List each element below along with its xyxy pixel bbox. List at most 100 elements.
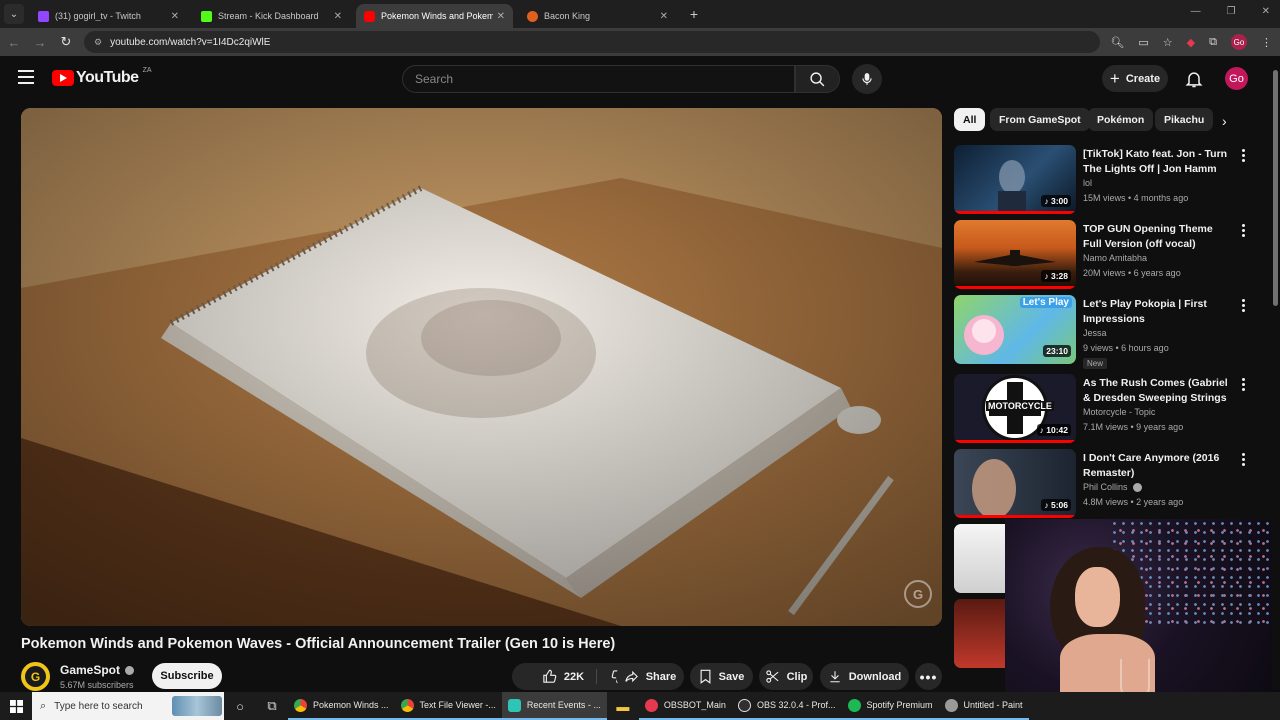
video-thumbnail[interactable]: ♪ 3:28 — [954, 220, 1076, 289]
bookmark-star-icon[interactable]: ☆ — [1163, 36, 1173, 49]
back-icon[interactable]: ← — [2, 35, 26, 50]
notifications-bell-icon[interactable] — [1184, 68, 1204, 90]
subscribe-button[interactable]: Subscribe — [152, 663, 222, 689]
taskbar-app-spotify[interactable]: Spotify Premium — [841, 692, 939, 720]
rec-channel[interactable]: Namo Amitabha — [1083, 253, 1147, 263]
zoom-icon[interactable]: 🔍︎ — [1110, 36, 1124, 49]
url-bar[interactable]: ⚙ youtube.com/watch?v=1I4Dc2qiWlE — [84, 31, 1100, 53]
download-button[interactable]: Download — [820, 663, 909, 690]
tab-twitch[interactable]: (31) gogirl_tv - Twitch ✕ — [30, 4, 187, 28]
recommendation-item[interactable]: ♪ 5:06 I Don't Care Anymore (2016 Remast… — [954, 449, 1254, 521]
search-button[interactable] — [795, 65, 840, 93]
account-avatar[interactable]: Go — [1225, 67, 1248, 90]
share-button[interactable]: Share — [616, 663, 684, 690]
guide-menu-icon[interactable] — [18, 70, 34, 84]
cortana-icon[interactable]: ○ — [224, 699, 256, 714]
recommendation-item[interactable]: Let's Play 23:10 Let's Play Pokopia | Fi… — [954, 295, 1254, 369]
url-text: youtube.com/watch?v=1I4Dc2qiWlE — [110, 36, 271, 48]
voice-search-button[interactable] — [852, 64, 882, 94]
taskbar-app-chrome[interactable]: Pokemon Winds ... — [288, 692, 395, 720]
task-view-icon[interactable]: ⧉ — [256, 698, 288, 714]
chip-from-gamespot[interactable]: From GameSpot — [990, 108, 1090, 131]
search-input[interactable] — [403, 66, 794, 92]
video-thumbnail[interactable]: Let's Play 23:10 — [954, 295, 1076, 364]
close-icon[interactable]: ✕ — [171, 11, 179, 22]
more-vertical-icon[interactable] — [1238, 149, 1248, 162]
video-thumbnail[interactable]: MOTORCYCLE ♪ 10:42 — [954, 374, 1076, 443]
rec-channel[interactable]: Jessa — [1083, 328, 1107, 338]
youtube-logo[interactable]: YouTube ZA — [52, 67, 152, 87]
taskbar-search[interactable]: ⌕ Type here to search — [32, 692, 224, 720]
page-scrollbar[interactable] — [1272, 56, 1280, 690]
video-thumbnail[interactable]: ♪ 5:06 — [954, 449, 1076, 518]
more-actions-button[interactable]: ••• — [915, 663, 942, 690]
extension-badge-icon[interactable]: ◆ — [1187, 36, 1195, 49]
browser-menu-icon[interactable]: ⋮ — [1261, 36, 1272, 49]
extensions-icon[interactable]: ⧉ — [1209, 36, 1217, 49]
chip-all[interactable]: All — [954, 108, 986, 131]
file-explorer-icon[interactable]: ▬ — [607, 699, 639, 714]
scrollbar-thumb[interactable] — [1273, 70, 1278, 306]
rec-title[interactable]: [TikTok] Kato feat. Jon - Turn The Light… — [1083, 147, 1231, 177]
restore-icon[interactable]: ❐ — [1227, 6, 1236, 17]
more-vertical-icon[interactable] — [1238, 453, 1248, 466]
more-vertical-icon[interactable] — [1238, 378, 1248, 391]
tab-youtube[interactable]: Pokemon Winds and Pokemon ✕ — [356, 4, 513, 28]
more-vertical-icon[interactable] — [1238, 299, 1248, 312]
close-window-icon[interactable]: ✕ — [1262, 6, 1270, 17]
chevron-right-icon[interactable]: › — [1222, 113, 1227, 129]
chip-pokemon[interactable]: Pokémon — [1088, 108, 1154, 131]
more-vertical-icon[interactable] — [1238, 224, 1248, 237]
tab-kick[interactable]: Stream - Kick Dashboard ✕ — [193, 4, 350, 28]
taskbar-app-obs[interactable]: OBS 32.0.4 - Prof... — [731, 692, 842, 720]
taskbar-app-label: Untitled - Paint — [963, 700, 1023, 710]
like-button[interactable]: 22K — [542, 669, 598, 684]
rec-title[interactable]: As The Rush Comes (Gabriel & Dresden Swe… — [1083, 376, 1231, 406]
browser-profile-avatar[interactable]: Go — [1231, 34, 1247, 50]
rec-channel[interactable]: Phil Collins — [1083, 482, 1142, 492]
close-icon[interactable]: ✕ — [660, 11, 668, 22]
site-info-icon[interactable]: ⚙ — [94, 37, 102, 48]
save-button[interactable]: Save — [690, 663, 753, 690]
tab-search-button[interactable]: ⌄ — [4, 4, 24, 24]
create-button[interactable]: + Create — [1102, 65, 1168, 92]
spotify-icon — [847, 698, 861, 712]
rec-title[interactable]: TOP GUN Opening Theme Full Version (off … — [1083, 222, 1231, 252]
windows-start-button[interactable] — [0, 692, 32, 720]
recommendation-item[interactable]: ♪ 3:28 TOP GUN Opening Theme Full Versio… — [954, 220, 1254, 292]
rec-title[interactable]: I Don't Care Anymore (2016 Remaster) — [1083, 451, 1231, 481]
taskbar-app-paint[interactable]: Untitled - Paint — [938, 692, 1029, 720]
rec-channel[interactable]: Motorcycle - Topic — [1083, 407, 1155, 417]
cast-icon[interactable]: ▭ — [1138, 36, 1148, 49]
video-thumbnail[interactable]: ♪ 3:00 — [954, 145, 1076, 214]
video-thumbnail[interactable] — [954, 524, 1005, 593]
video-thumbnail[interactable] — [954, 599, 1005, 668]
minimize-icon[interactable]: — — [1191, 6, 1201, 17]
like-count: 22K — [563, 670, 585, 683]
tab-title: Pokemon Winds and Pokemon — [381, 11, 493, 21]
watch-progress-bar — [954, 440, 1076, 443]
video-player[interactable]: G — [21, 108, 942, 626]
reload-icon[interactable]: ↻ — [54, 34, 78, 50]
rec-title[interactable]: Let's Play Pokopia | First Impressions — [1083, 297, 1231, 327]
subscriber-count: 5.67M subscribers — [60, 680, 134, 690]
chip-pikachu[interactable]: Pikachu — [1155, 108, 1214, 131]
clip-button[interactable]: Clip — [759, 663, 813, 690]
duration-badge: ♪ 3:28 — [1041, 270, 1071, 282]
channel-avatar[interactable]: G — [21, 662, 50, 691]
taskbar-app-recent-events[interactable]: Recent Events - ... — [501, 692, 607, 720]
recommendation-item[interactable]: MOTORCYCLE ♪ 10:42 As The Rush Comes (Ga… — [954, 374, 1254, 446]
recommendation-item[interactable]: ♪ 3:00 [TikTok] Kato feat. Jon - Turn Th… — [954, 145, 1254, 217]
close-icon[interactable]: ✕ — [334, 11, 342, 22]
glass-image — [1120, 659, 1150, 692]
close-icon[interactable]: ✕ — [497, 11, 505, 22]
tab-bacon-king[interactable]: Bacon King ✕ — [519, 4, 676, 28]
new-tab-button[interactable]: + — [684, 6, 704, 22]
forward-icon[interactable]: → — [28, 35, 52, 50]
bookmark-icon — [699, 669, 712, 684]
rec-channel[interactable]: lol — [1083, 178, 1092, 188]
channel-name[interactable]: GameSpot — [60, 663, 135, 677]
share-arrow-icon — [624, 669, 639, 684]
taskbar-app-chrome-2[interactable]: Text File Viewer -... — [394, 692, 502, 720]
taskbar-app-obsbot[interactable]: OBSBOT_Main — [638, 692, 732, 720]
